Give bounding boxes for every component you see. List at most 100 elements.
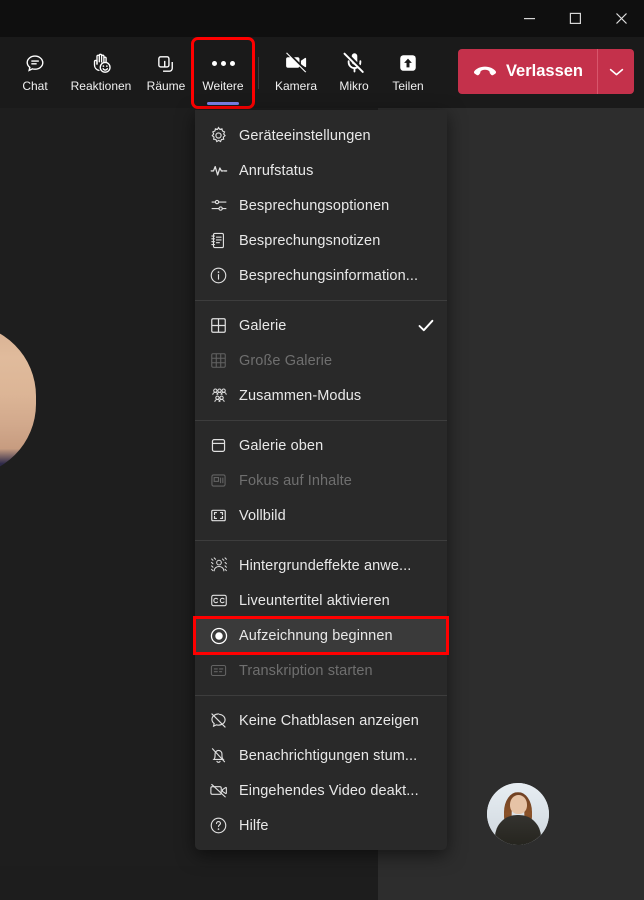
focus-content-icon xyxy=(209,471,239,490)
menu-item-meeting-notes[interactable]: Besprechungsnotizen xyxy=(195,223,447,258)
menu-item-hide-chat-bubbles[interactable]: Keine Chatblasen anzeigen xyxy=(195,703,447,738)
toolbar-label: Weitere xyxy=(202,78,244,93)
menu-item-label: Benachrichtigungen stum... xyxy=(239,747,418,764)
avatar xyxy=(487,783,549,845)
camera-off-icon xyxy=(284,50,309,75)
menu-divider xyxy=(195,420,447,421)
notes-icon xyxy=(209,231,239,250)
menu-item-focus-on-content: Fokus auf Inhalte xyxy=(195,463,447,498)
more-options-icon xyxy=(211,53,235,75)
toolbar-label: Teilen xyxy=(392,78,424,93)
toolbar-button-rooms[interactable]: Räume xyxy=(138,43,194,103)
menu-item-live-captions[interactable]: Liveuntertitel aktivieren xyxy=(195,583,447,618)
hangup-icon xyxy=(473,64,497,80)
menu-item-meeting-info[interactable]: Besprechungsinformation... xyxy=(195,258,447,293)
menu-item-label: Anrufstatus xyxy=(239,162,314,179)
participant-video-tile[interactable] xyxy=(455,755,644,900)
toolbar-label: Mikro xyxy=(339,78,369,93)
toolbar-button-share[interactable]: Teilen xyxy=(381,43,435,103)
record-icon xyxy=(209,626,239,646)
gear-icon xyxy=(209,126,239,145)
menu-divider xyxy=(195,540,447,541)
avatar-head xyxy=(509,794,527,814)
menu-item-background-effects[interactable]: Hintergrundeffekte anwe... xyxy=(195,548,447,583)
menu-item-gallery[interactable]: Galerie xyxy=(195,308,447,343)
menu-item-meeting-options[interactable]: Besprechungsoptionen xyxy=(195,188,447,223)
sliders-icon xyxy=(209,196,239,215)
teams-meeting-window: Chat Reaktionen Räume Weitere Kamera Mik… xyxy=(0,0,644,900)
menu-item-label: Aufzeichnung beginnen xyxy=(239,627,393,644)
toolbar-label: Reaktionen xyxy=(70,78,132,93)
menu-item-label: Hilfe xyxy=(239,817,269,834)
minimize-button[interactable] xyxy=(506,0,552,37)
checkmark-icon xyxy=(417,319,435,332)
menu-item-large-gallery: Große Galerie xyxy=(195,343,447,378)
microphone-off-icon xyxy=(342,50,367,75)
menu-item-label: Besprechungsnotizen xyxy=(239,232,381,249)
menu-divider xyxy=(195,695,447,696)
menu-item-start-transcription: Transkription starten xyxy=(195,653,447,688)
fullscreen-icon xyxy=(209,506,239,525)
incoming-video-off-icon xyxy=(209,781,239,800)
toolbar-button-camera[interactable]: Kamera xyxy=(265,43,327,103)
large-gallery-icon xyxy=(209,351,239,370)
leave-button[interactable]: Verlassen xyxy=(458,49,597,94)
menu-item-fullscreen[interactable]: Vollbild xyxy=(195,498,447,533)
chevron-down-icon xyxy=(609,67,624,77)
minimize-icon xyxy=(523,12,536,25)
menu-item-turn-off-incoming-video[interactable]: Eingehendes Video deakt... xyxy=(195,773,447,808)
maximize-button[interactable] xyxy=(552,0,598,37)
menu-item-together-mode[interactable]: Zusammen-Modus xyxy=(195,378,447,413)
close-icon xyxy=(615,12,628,25)
menu-item-label: Vollbild xyxy=(239,507,286,524)
menu-item-label: Galerie oben xyxy=(239,437,324,454)
menu-item-label: Große Galerie xyxy=(239,352,333,369)
breakout-rooms-icon xyxy=(155,53,177,75)
menu-item-label: Eingehendes Video deakt... xyxy=(239,782,419,799)
maximize-icon xyxy=(569,12,582,25)
menu-item-gallery-top[interactable]: Galerie oben xyxy=(195,428,447,463)
toolbar-label: Chat xyxy=(22,78,48,93)
call-health-icon xyxy=(209,161,239,180)
close-button[interactable] xyxy=(598,0,644,37)
leave-meeting-control: Verlassen xyxy=(457,49,634,94)
toolbar-button-microphone[interactable]: Mikro xyxy=(327,43,381,103)
menu-item-start-recording[interactable]: Aufzeichnung beginnen xyxy=(193,616,449,655)
chat-bubbles-off-icon xyxy=(209,711,239,730)
toolbar-label: Kamera xyxy=(274,78,318,93)
speaker-avatar-image xyxy=(0,324,36,476)
meeting-toolbar: Chat Reaktionen Räume Weitere Kamera Mik… xyxy=(0,36,644,109)
menu-item-device-settings[interactable]: Geräteeinstellungen xyxy=(195,118,447,153)
stage-left-bottom-strip xyxy=(0,866,378,900)
info-icon xyxy=(209,266,239,285)
toolbar-button-chat[interactable]: Chat xyxy=(6,43,64,103)
toolbar-button-reactions[interactable]: Reaktionen xyxy=(64,43,138,103)
menu-item-help[interactable]: Hilfe xyxy=(195,808,447,843)
leave-options-button[interactable] xyxy=(598,49,634,94)
toolbar-label: Räume xyxy=(146,78,186,93)
menu-item-label: Keine Chatblasen anzeigen xyxy=(239,712,419,729)
menu-item-call-health[interactable]: Anrufstatus xyxy=(195,153,447,188)
bell-off-icon xyxy=(209,746,239,765)
closed-captions-icon xyxy=(209,591,239,610)
share-screen-icon xyxy=(396,53,420,75)
help-icon xyxy=(209,816,239,835)
background-effects-icon xyxy=(209,556,239,575)
menu-item-label: Hintergrundeffekte anwe... xyxy=(239,557,412,574)
menu-item-label: Besprechungsoptionen xyxy=(239,197,390,214)
more-options-menu: Geräteeinstellungen Anrufstatus Besprech… xyxy=(193,110,449,850)
menu-item-label: Fokus auf Inhalte xyxy=(239,472,352,489)
speaker-avatar-partial xyxy=(0,324,36,476)
menu-item-label: Besprechungsinformation... xyxy=(239,267,419,284)
toolbar-button-more-options[interactable]: Weitere xyxy=(191,36,255,109)
leave-button-label: Verlassen xyxy=(505,62,583,80)
menu-item-mute-notifications[interactable]: Benachrichtigungen stum... xyxy=(195,738,447,773)
menu-divider xyxy=(195,300,447,301)
transcription-icon xyxy=(209,661,239,680)
chat-icon xyxy=(24,53,46,75)
toolbar-divider xyxy=(258,56,259,89)
menu-item-label: Transkription starten xyxy=(239,662,373,679)
together-mode-icon xyxy=(209,386,239,405)
title-bar xyxy=(0,0,644,37)
reactions-icon xyxy=(90,53,113,75)
